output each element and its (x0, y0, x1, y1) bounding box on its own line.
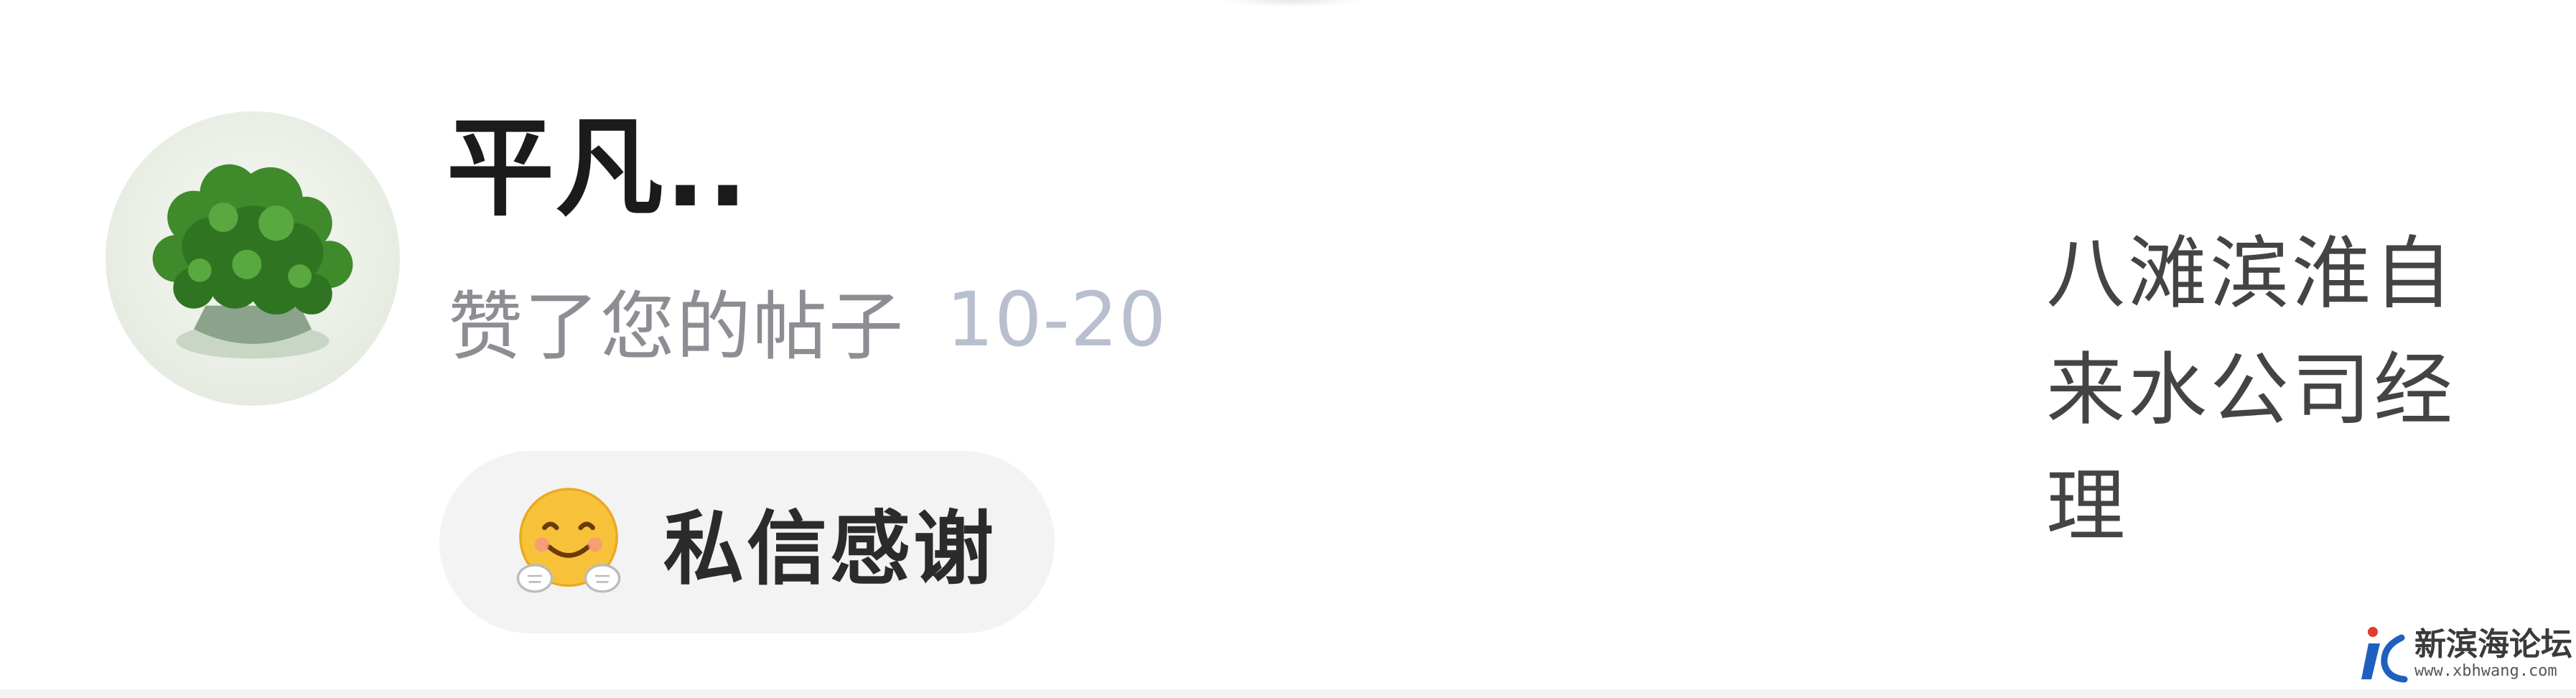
plant-avatar-image (152, 164, 353, 359)
hug-emoji-icon (508, 482, 629, 602)
notification-meta: 赞了您的帖子 10-20 (448, 276, 1167, 371)
site-name: 新滨海论坛 (2414, 626, 2572, 663)
bottom-divider (0, 689, 2576, 698)
thank-message-button[interactable]: 私信感谢 (439, 451, 1055, 633)
avatar[interactable] (106, 111, 400, 406)
site-url: www.xbhwang.com (2414, 662, 2557, 680)
post-snippet[interactable]: 八滩滨淮自来水公司经理 (2046, 215, 2491, 564)
site-watermark: 新滨海论坛 www.xbhwang.com (2358, 622, 2572, 687)
username[interactable]: 平凡.. (447, 115, 750, 223)
site-logo-icon (2358, 622, 2409, 687)
action-text: 赞了您的帖子 (448, 282, 905, 371)
notification-card[interactable]: 平凡.. 赞了您的帖子 10-20 私信感谢 八滩滨淮自来水公司经理 新滨海论坛… (0, 0, 2576, 698)
thank-message-label: 私信感谢 (663, 503, 997, 596)
timestamp: 10-20 (946, 276, 1167, 363)
divider (1221, 0, 1364, 7)
